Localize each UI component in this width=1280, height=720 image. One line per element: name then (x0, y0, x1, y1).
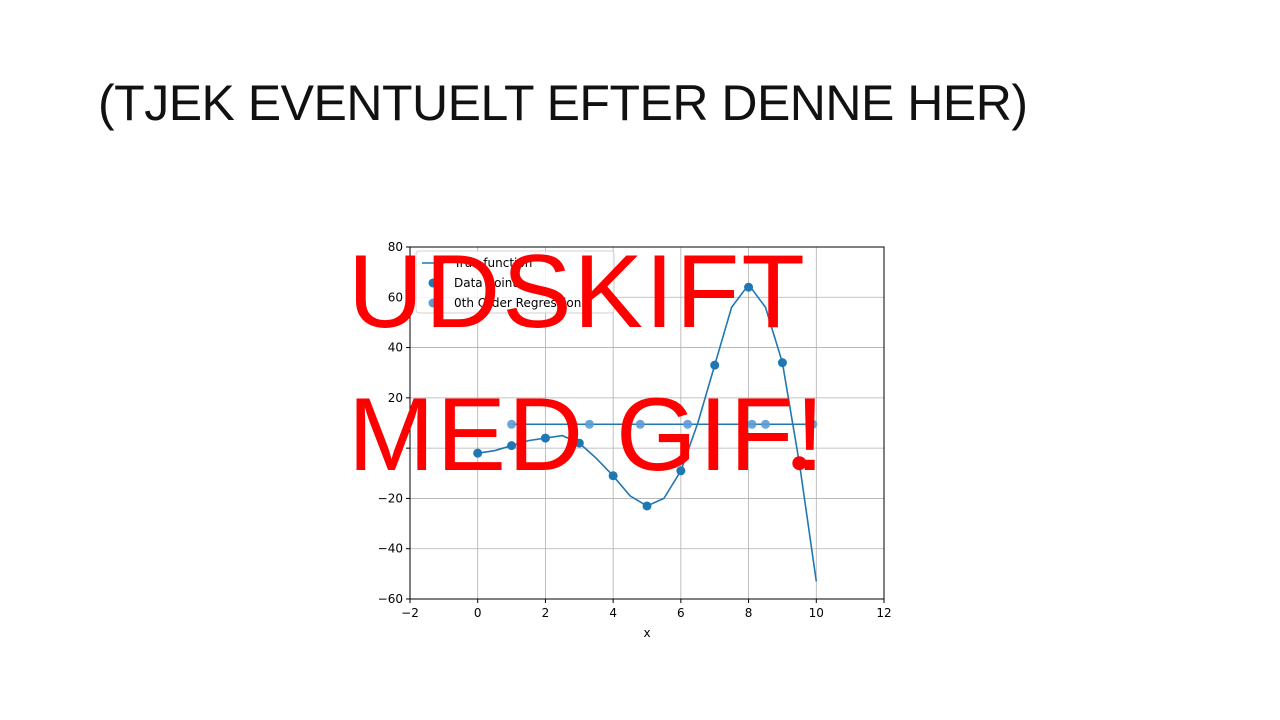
x-axis-label: x (643, 626, 650, 640)
y-tick-label: −20 (378, 491, 403, 505)
x-tick-label: 6 (677, 606, 685, 620)
y-tick-label: −60 (378, 592, 403, 606)
data-point (642, 501, 652, 511)
overlay-text-line1: UDSKIFT (348, 234, 807, 350)
y-tick-label: −40 (378, 542, 403, 556)
data-point (710, 360, 720, 370)
x-tick-label: 2 (542, 606, 550, 620)
overlay-text-line2: MED GIF! (348, 377, 827, 493)
x-tick-label: 4 (609, 606, 617, 620)
x-tick-label: 8 (745, 606, 753, 620)
x-tick-label: −2 (401, 606, 419, 620)
x-tick-label: 10 (809, 606, 824, 620)
x-tick-label: 12 (876, 606, 891, 620)
data-point (777, 358, 787, 368)
x-tick-label: 0 (474, 606, 482, 620)
regression-chart: −2 0 2 4 6 8 10 12−60−40−20020406080x True func… (378, 240, 892, 640)
